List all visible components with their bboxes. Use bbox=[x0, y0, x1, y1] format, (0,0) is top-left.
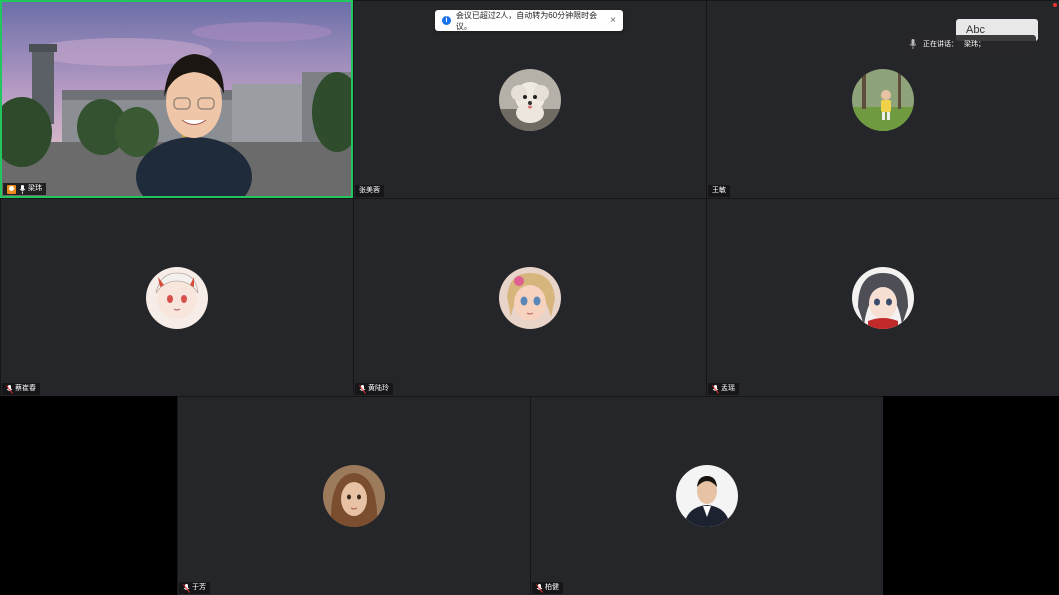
microphone-muted-icon bbox=[359, 384, 366, 394]
participant-name-tag: 梁玮 bbox=[3, 183, 46, 195]
participant-name: 黄陆玲 bbox=[368, 385, 389, 392]
avatar-poodle bbox=[499, 68, 561, 131]
microphone-muted-icon bbox=[536, 583, 543, 593]
microphone-muted-icon bbox=[183, 583, 190, 593]
speaking-label: 正在讲话： bbox=[923, 41, 958, 48]
speaking-indicator: 正在讲话： 梁玮； bbox=[903, 35, 1036, 53]
participant-name: 蔡崔春 bbox=[15, 385, 36, 392]
speaking-name: 梁玮； bbox=[964, 41, 985, 48]
participant-name: 于芳 bbox=[192, 584, 206, 591]
participant-name: 柏健 bbox=[545, 584, 559, 591]
participant-name: 孟瑶 bbox=[721, 385, 735, 392]
avatar-anime-girl bbox=[852, 266, 914, 329]
microphone-muted-icon bbox=[6, 384, 13, 394]
avatar-child-photo bbox=[852, 68, 914, 131]
microphone-icon bbox=[19, 184, 26, 194]
microphone-icon bbox=[909, 39, 917, 49]
video-tile-baijian[interactable]: 柏健 bbox=[530, 396, 883, 595]
video-tile-mengyao[interactable]: 孟瑶 bbox=[706, 198, 1059, 396]
video-tile-caicuichun[interactable]: 蔡崔春 bbox=[0, 198, 353, 396]
avatar-cartoon-girl bbox=[499, 266, 561, 329]
microphone-muted-icon bbox=[712, 384, 719, 394]
participant-name-tag: 于芳 bbox=[179, 582, 210, 594]
close-icon[interactable]: × bbox=[610, 15, 616, 26]
participant-name-tag: 黄陆玲 bbox=[355, 383, 393, 395]
recording-indicator bbox=[1053, 3, 1057, 7]
avatar-anime-character bbox=[146, 266, 208, 329]
participant-name-tag: 柏健 bbox=[532, 582, 563, 594]
video-tile-liangwei[interactable]: 梁玮 bbox=[0, 0, 353, 198]
video-tile-yufang[interactable]: 于芳 bbox=[177, 396, 530, 595]
meeting-limit-toast: i 会议已超过2人，自动转为60分钟限时会议。 × bbox=[435, 10, 623, 31]
avatar-man-in-suit bbox=[676, 465, 738, 527]
participant-name: 王敏 bbox=[712, 187, 726, 194]
participant-name-tag: 王敏 bbox=[708, 185, 730, 197]
participant-name-tag: 张美蓉 bbox=[355, 185, 384, 197]
camera-video-feed bbox=[2, 2, 351, 196]
video-tile-huangluling[interactable]: 黄陆玲 bbox=[353, 198, 706, 396]
participant-name: 张美蓉 bbox=[359, 187, 380, 194]
participant-name: 梁玮 bbox=[28, 185, 42, 192]
info-icon: i bbox=[442, 16, 451, 25]
toast-message: 会议已超过2人，自动转为60分钟限时会议。 bbox=[455, 10, 598, 31]
participant-name-tag: 蔡崔春 bbox=[2, 383, 40, 395]
participant-name-tag: 孟瑶 bbox=[708, 383, 739, 395]
avatar-girl-portrait bbox=[323, 465, 385, 527]
host-icon bbox=[7, 184, 16, 194]
